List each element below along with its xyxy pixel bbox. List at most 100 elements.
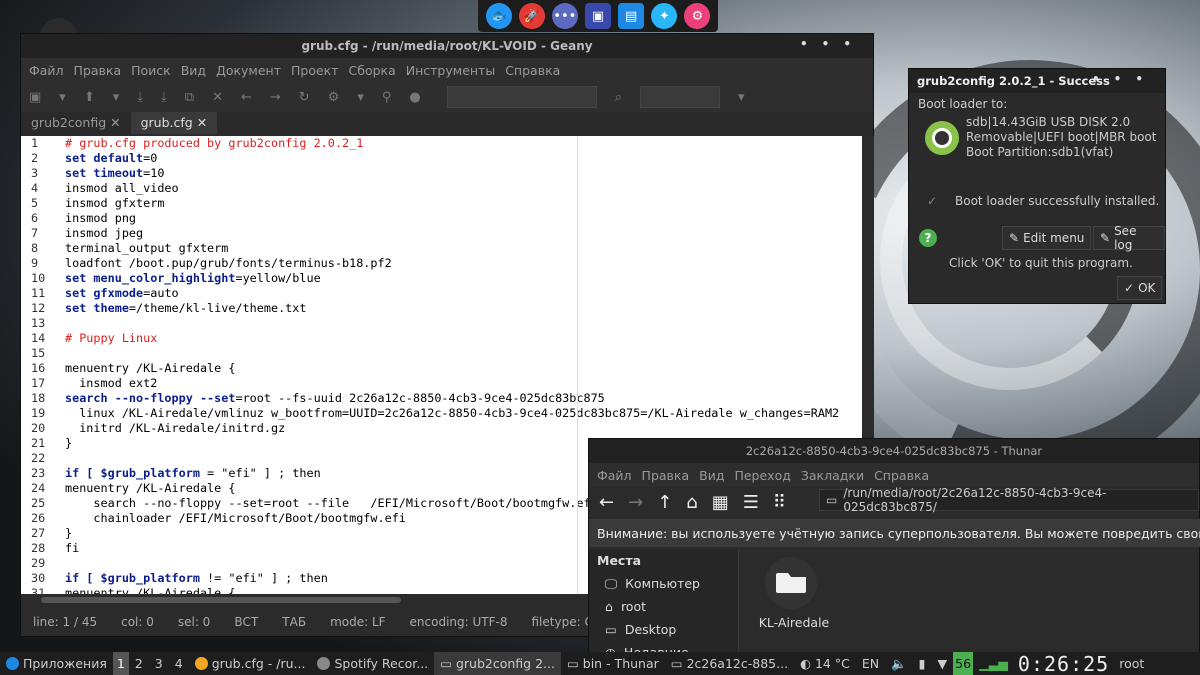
folder-label[interactable]: KL-Airedale	[749, 615, 839, 630]
dialog-titlebar[interactable]: grub2config 2.0.2_1 - Success •••	[909, 69, 1165, 93]
see-log-button[interactable]: ✎ See log	[1093, 224, 1165, 252]
tab-grub-cfg[interactable]: grub.cfg ✕	[130, 112, 218, 134]
menu-file[interactable]: Файл	[597, 468, 632, 483]
menu-search[interactable]: Поиск	[131, 63, 171, 78]
wifi-icon[interactable]: ▼	[932, 652, 954, 675]
up-icon[interactable]: ↑	[657, 492, 672, 513]
window-controls[interactable]: •••	[1092, 72, 1157, 86]
line-number: 25	[31, 496, 46, 510]
workspace-1[interactable]: 1	[112, 652, 129, 675]
run-icon[interactable]: ⚲	[382, 90, 392, 105]
fish-icon[interactable]: 🐟	[485, 3, 512, 29]
location-bar[interactable]: ▭ /run/media/root/2c26a12c-8850-4cb3-9ce…	[819, 486, 1199, 514]
window-controls[interactable]: •••	[800, 37, 865, 51]
forward-icon[interactable]: →	[270, 90, 281, 105]
back-icon[interactable]: ←	[241, 90, 252, 105]
file-manager-icon[interactable]: ▤	[618, 3, 645, 29]
task-grub2config[interactable]: ▭ grub2config 2...	[434, 652, 561, 675]
chevron-down-icon[interactable]: ▾	[738, 90, 745, 105]
chevron-down-icon[interactable]: ▾	[113, 90, 120, 105]
tab-grub2config[interactable]: grub2config ✕	[21, 112, 131, 134]
close-icon[interactable]: ✕	[197, 115, 207, 130]
place-root[interactable]: ⌂ root	[597, 595, 730, 618]
menu-tools[interactable]: Инструменты	[406, 63, 495, 78]
gear-icon[interactable]: ⚙	[684, 3, 711, 29]
search-input[interactable]	[446, 86, 597, 108]
menu-document[interactable]: Документ	[216, 63, 281, 78]
settings-icon[interactable]: ✦	[651, 3, 678, 29]
save-all-icon[interactable]: ⤓	[161, 90, 167, 105]
menu-edit[interactable]: Правка	[74, 63, 122, 78]
geany-titlebar[interactable]: grub.cfg - /run/media/root/KL-VOID - Gea…	[21, 34, 873, 58]
icon-view-icon[interactable]: ▦	[712, 492, 729, 513]
chat-icon[interactable]: •••	[551, 3, 578, 29]
menu-view[interactable]: Вид	[181, 63, 206, 78]
thunar-menubar: Файл Правка Вид Переход Закладки Справка	[589, 463, 1199, 487]
menu-bookmarks[interactable]: Закладки	[801, 468, 864, 483]
close-icon[interactable]: ✕	[110, 115, 120, 130]
ok-button[interactable]: ✓ OK	[1117, 276, 1163, 300]
code-line: 4 insmod all_video	[21, 181, 862, 196]
disk-info-1: sdb|14.43GiB USB DISK 2.0	[966, 115, 1131, 129]
task-bin-thunar[interactable]: ▭ bin - Thunar	[561, 652, 665, 675]
clock[interactable]: 0:26:25	[1014, 652, 1113, 675]
menu-edit[interactable]: Правка	[642, 468, 690, 483]
line-number: 19	[31, 406, 46, 420]
task-geany[interactable]: grub.cfg - /ru...	[189, 652, 312, 675]
menu-help[interactable]: Справка	[505, 63, 560, 78]
menu-build[interactable]: Сборка	[349, 63, 396, 78]
list-view-icon[interactable]: ☰	[743, 492, 759, 513]
applications-menu[interactable]: Приложения	[0, 652, 113, 675]
place-desktop[interactable]: ▭ Desktop	[597, 618, 730, 641]
back-icon[interactable]: ←	[599, 492, 614, 513]
menu-help[interactable]: Справка	[874, 468, 929, 483]
save-icon[interactable]: ⤓	[137, 90, 143, 105]
code-line: 2 set default=0	[21, 151, 862, 166]
chevron-down-icon[interactable]: ▾	[59, 90, 66, 105]
menu-project[interactable]: Проект	[291, 63, 339, 78]
place-label: Компьютер	[625, 576, 700, 591]
weather[interactable]: ◐ 14 °C	[794, 652, 856, 675]
folder-icon[interactable]	[765, 557, 817, 609]
menu-go[interactable]: Переход	[734, 468, 790, 483]
new-file-icon[interactable]: ▣	[29, 90, 41, 105]
help-icon[interactable]: ?	[919, 229, 937, 247]
code-text: insmod all_video	[65, 181, 179, 196]
line-number: 1	[31, 136, 39, 150]
close-icon[interactable]: ✕	[212, 90, 223, 105]
compile-icon[interactable]: ↻	[299, 90, 310, 105]
color-icon[interactable]: ●	[409, 90, 420, 105]
status-encoding: encoding: UTF-8	[409, 615, 508, 629]
edit-menu-button[interactable]: ✎ Edit menu	[1002, 226, 1092, 250]
revert-icon[interactable]: ⧉	[185, 90, 194, 105]
code-token: =auto	[143, 286, 179, 300]
menu-view[interactable]: Вид	[699, 468, 724, 483]
battery-level[interactable]: 56	[953, 652, 974, 675]
compact-view-icon[interactable]: ⠿	[773, 492, 786, 513]
line-number: 18	[31, 391, 46, 405]
search-icon[interactable]: ⌕	[615, 90, 622, 105]
terminal-icon[interactable]: ▣	[584, 3, 611, 29]
goto-line-input[interactable]	[640, 86, 721, 108]
scroll-thumb[interactable]	[41, 597, 401, 603]
chevron-down-icon[interactable]: ▾	[357, 90, 364, 105]
menu-file[interactable]: Файл	[29, 63, 64, 78]
home-icon[interactable]: ⌂	[686, 492, 697, 513]
thunar-titlebar[interactable]: 2c26a12c-8850-4cb3-9ce4-025dc83bc875 - T…	[589, 439, 1199, 463]
code-token: linux /KL-Airedale/vmlinuz w_bootfrom=UU…	[65, 406, 840, 420]
workspace-3[interactable]: 3	[149, 652, 169, 675]
forward-icon[interactable]: →	[628, 492, 643, 513]
battery-icon[interactable]: ▮	[913, 652, 932, 675]
place-computer[interactable]: 🖵 Компьютер	[597, 572, 730, 595]
build-icon[interactable]: ⚙	[328, 90, 340, 105]
task-spotify[interactable]: Spotify Recor...	[311, 652, 434, 675]
status-col: col: 0	[121, 615, 154, 629]
rocket-icon[interactable]: 🚀	[518, 3, 545, 29]
volume-icon[interactable]: 🔈	[885, 652, 913, 675]
workspace-4[interactable]: 4	[169, 652, 189, 675]
dialog-header: Boot loader to:	[918, 97, 1008, 111]
keyboard-layout[interactable]: EN	[856, 652, 885, 675]
workspace-2[interactable]: 2	[129, 652, 149, 675]
task-uuid-thunar[interactable]: ▭ 2c26a12c-885...	[665, 652, 794, 675]
open-file-icon[interactable]: ⬆	[84, 90, 95, 105]
